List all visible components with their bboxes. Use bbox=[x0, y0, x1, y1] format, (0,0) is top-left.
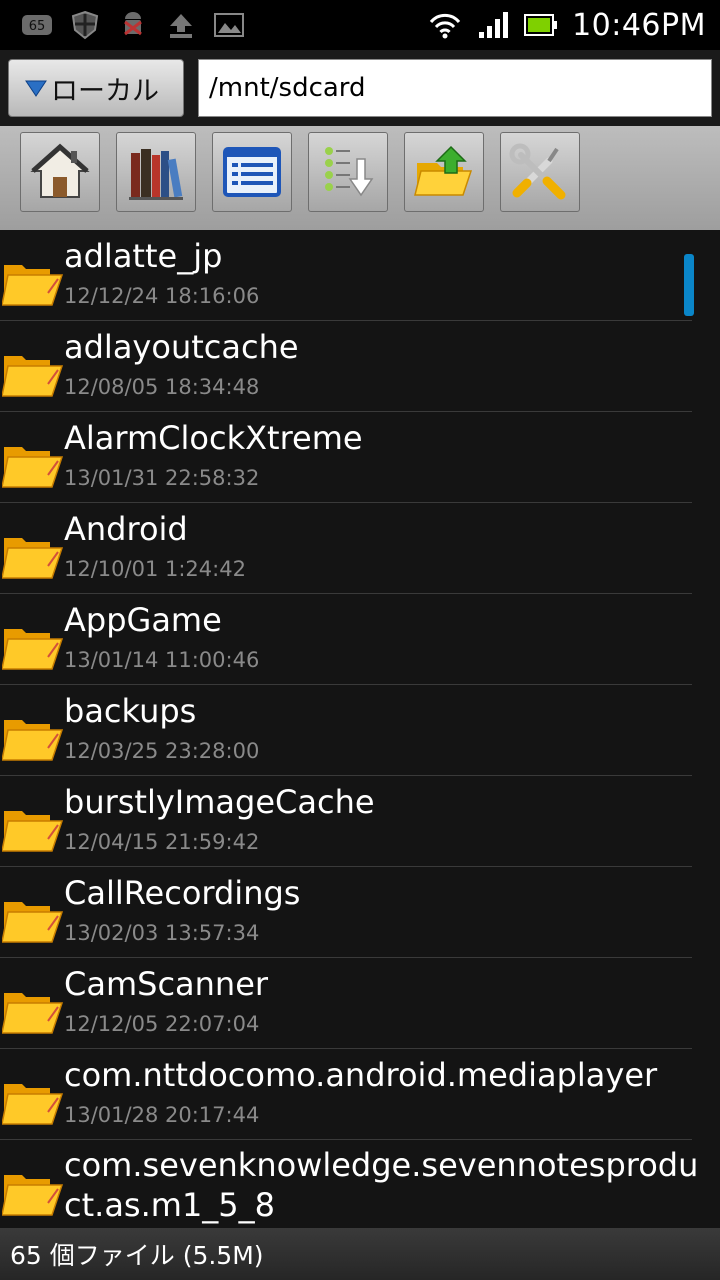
folder-icon bbox=[1, 532, 64, 580]
folder-icon bbox=[1, 1169, 64, 1217]
file-name: Android bbox=[64, 510, 188, 548]
status-bar: 65 10:46PM bbox=[0, 0, 720, 50]
file-name: backups bbox=[64, 692, 197, 730]
toolbar bbox=[0, 126, 720, 230]
folder-icon bbox=[1, 714, 64, 762]
android-debug-icon bbox=[116, 8, 150, 42]
folder-icon bbox=[1, 896, 64, 944]
file-date: 13/02/03 13:57:34 bbox=[64, 921, 260, 945]
file-row[interactable]: CamScanner 12/12/05 22:07:04 bbox=[0, 959, 692, 1049]
file-count-bar: 65 個ファイル (5.5M) bbox=[0, 1228, 720, 1280]
file-row[interactable]: com.sevenknowledge.sevennotesproduct.as.… bbox=[0, 1141, 698, 1228]
folder-icon bbox=[1, 987, 64, 1035]
folder-icon bbox=[1, 805, 64, 853]
file-date: 13/01/28 20:17:44 bbox=[64, 1103, 260, 1127]
clock: 10:46PM bbox=[572, 7, 706, 43]
file-name: burstlyImageCache bbox=[64, 783, 375, 821]
location-label: ローカル bbox=[51, 75, 159, 107]
list-view-button[interactable] bbox=[212, 132, 292, 212]
file-date: 12/12/24 18:16:06 bbox=[64, 284, 260, 308]
file-name: adlatte_jp bbox=[64, 237, 223, 275]
file-row[interactable]: adlatte_jp 12/12/24 18:16:06 bbox=[0, 231, 692, 321]
settings-button[interactable] bbox=[500, 132, 580, 212]
path-text: /mnt/sdcard bbox=[209, 73, 366, 103]
file-name: CallRecordings bbox=[64, 874, 301, 912]
battery-icon bbox=[524, 8, 558, 42]
file-row[interactable]: com.nttdocomo.android.mediaplayer 13/01/2… bbox=[0, 1050, 692, 1140]
file-row[interactable]: Android 12/10/01 1:24:42 bbox=[0, 504, 692, 594]
image-icon bbox=[212, 8, 246, 42]
file-name: AppGame bbox=[64, 601, 222, 639]
folder-icon bbox=[1, 350, 64, 398]
file-date: 12/08/05 18:34:48 bbox=[64, 375, 260, 399]
file-name: com.nttdocomo.android.mediaplayer bbox=[64, 1056, 658, 1094]
file-list: adlatte_jp 12/12/24 18:16:06 adlayoutcache… bbox=[0, 231, 720, 1228]
file-row[interactable]: backups 12/03/25 23:28:00 bbox=[0, 686, 692, 776]
shield-icon bbox=[68, 8, 102, 42]
badge-icon: 65 bbox=[20, 8, 54, 42]
list-view-icon bbox=[223, 147, 281, 197]
signal-icon bbox=[476, 8, 510, 42]
sort-button[interactable] bbox=[308, 132, 388, 212]
file-date: 12/10/01 1:24:42 bbox=[64, 557, 246, 581]
home-icon bbox=[30, 143, 90, 198]
folder-icon bbox=[1, 623, 64, 671]
file-row[interactable]: CallRecordings 13/02/03 13:57:34 bbox=[0, 868, 692, 958]
triangle-down-icon bbox=[25, 80, 47, 97]
home-button[interactable] bbox=[20, 132, 100, 212]
file-date: 12/12/05 22:07:04 bbox=[64, 1012, 260, 1036]
file-date: 13/01/14 11:00:46 bbox=[64, 648, 260, 672]
file-name: adlayoutcache bbox=[64, 328, 299, 366]
bookmarks-button[interactable] bbox=[116, 132, 196, 212]
notification-badge-count: 65 bbox=[29, 19, 46, 34]
file-row[interactable]: burstlyImageCache 12/04/15 21:59:42 bbox=[0, 777, 692, 867]
file-name: CamScanner bbox=[64, 965, 269, 1003]
folder-icon bbox=[1, 1078, 64, 1126]
wifi-icon bbox=[428, 8, 462, 42]
file-row[interactable]: adlayoutcache 12/08/05 18:34:48 bbox=[0, 322, 692, 412]
location-selector-button[interactable]: ローカル bbox=[8, 59, 184, 117]
address-bar: ローカル /mnt/sdcard bbox=[0, 50, 720, 126]
upload-icon bbox=[164, 8, 198, 42]
file-row[interactable]: AlarmClockXtreme 13/01/31 22:58:32 bbox=[0, 413, 692, 503]
folder-icon bbox=[1, 259, 64, 307]
folder-up-icon bbox=[414, 145, 473, 196]
bookmarks-icon bbox=[129, 149, 183, 200]
tools-icon bbox=[509, 143, 566, 200]
scroll-indicator[interactable] bbox=[684, 254, 694, 316]
path-input[interactable]: /mnt/sdcard bbox=[198, 59, 712, 117]
parent-folder-button[interactable] bbox=[404, 132, 484, 212]
file-row[interactable]: AppGame 13/01/14 11:00:46 bbox=[0, 595, 692, 685]
file-count-text: 65 個ファイル (5.5M) bbox=[10, 1241, 264, 1270]
sort-icon bbox=[325, 147, 374, 197]
file-date: 13/01/31 22:58:32 bbox=[64, 466, 260, 490]
file-date: 12/04/15 21:59:42 bbox=[64, 830, 260, 854]
file-date: 12/03/25 23:28:00 bbox=[64, 739, 260, 763]
file-name: com.sevenknowledge.sevennotesproduct.as.… bbox=[64, 1146, 699, 1224]
file-name: AlarmClockXtreme bbox=[64, 419, 363, 457]
folder-icon bbox=[1, 441, 64, 489]
